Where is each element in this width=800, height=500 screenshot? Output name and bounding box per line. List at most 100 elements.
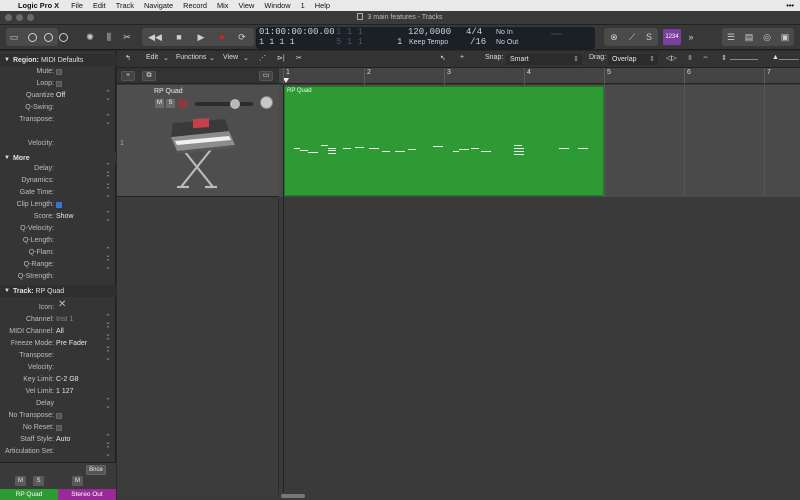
rewind-icon[interactable]: ◀◀ xyxy=(148,29,162,45)
region-row-quantize[interactable]: Quantize Off ⌃ ⌄ xyxy=(0,90,116,102)
inspector-icon[interactable] xyxy=(25,29,39,45)
chevron-updown-icon[interactable]: ⌃ ⌄ xyxy=(105,259,111,271)
menu-record[interactable]: Record xyxy=(183,1,207,10)
fit-horizontal-icon[interactable]: ⇔ xyxy=(702,54,709,61)
track-row-key-limit[interactable]: Key Limit: C-2 G8 xyxy=(0,375,116,386)
midi-region[interactable]: RP Quad xyxy=(284,86,604,196)
strip-mute-button[interactable]: M xyxy=(15,476,26,486)
playhead-line[interactable] xyxy=(283,84,284,500)
duplicate-track-button[interactable]: ⧉ xyxy=(142,71,156,81)
fit-vertical-icon[interactable]: ⇳ xyxy=(687,54,693,62)
bounce-button[interactable]: Bnce xyxy=(86,465,106,475)
more-row-q-flam[interactable]: Q-Flam: ⌃ ⌄ xyxy=(0,247,116,259)
chevron-updown-icon[interactable]: ⌃ ⌄ xyxy=(105,326,111,338)
menu-track[interactable]: Track xyxy=(116,1,134,10)
menu-navigate[interactable]: Navigate xyxy=(144,1,173,10)
more-row-q-range[interactable]: Q-Range: ⌃ ⌄ xyxy=(0,259,116,271)
solo-icon[interactable]: S xyxy=(642,29,656,45)
volume-knob[interactable] xyxy=(230,99,240,109)
region-section-header[interactable]: ▼ Region: MIDI Defaults xyxy=(0,54,116,66)
more-row-clip-length[interactable]: Clip Length: xyxy=(0,200,116,211)
track-row-velocity[interactable]: Velocity: xyxy=(0,363,116,374)
scrollbar-thumb[interactable] xyxy=(281,494,305,498)
quick-help-icon[interactable] xyxy=(41,29,55,45)
chevron-updown-icon[interactable]: ⌃ ⌄ xyxy=(105,398,111,410)
region-row-transpose[interactable]: Transpose: ⌃ ⌄ xyxy=(0,114,116,126)
list-editors-icon[interactable]: ☰ xyxy=(724,29,738,45)
more-section-header[interactable]: ▼ More xyxy=(0,152,116,164)
track-keyboard-icon[interactable]: ✕ xyxy=(58,299,66,310)
horizontal-zoom-slider[interactable] xyxy=(779,59,799,60)
vertical-zoom-icon[interactable]: ⇕ xyxy=(721,54,727,62)
more-row-dynamics[interactable]: Dynamics: ⌃ ⌄ xyxy=(0,175,116,187)
track-volume-slider[interactable] xyxy=(195,102,253,106)
track-row-freeze-mode[interactable]: Freeze Mode: Pre Fader ⌃ ⌄ xyxy=(0,338,116,350)
waveform-zoom-icon[interactable]: ◁▷ xyxy=(666,54,677,62)
more-row-gate-time[interactable]: Gate Time: ⌃ ⌄ xyxy=(0,187,116,199)
view-menu[interactable]: View xyxy=(223,54,238,61)
track-mute-button[interactable]: M xyxy=(155,99,164,108)
horizontal-zoom-icon[interactable]: ▲ xyxy=(772,54,779,61)
mute-checkbox[interactable] xyxy=(56,69,62,75)
track-row-no-transpose[interactable]: No Transpose: xyxy=(0,411,116,422)
menu-extras-icon[interactable]: ••• xyxy=(786,1,794,10)
track-row-delay[interactable]: Delay ⌃ ⌄ xyxy=(0,398,116,410)
track-solo-button[interactable]: S xyxy=(166,99,175,108)
smart-controls-icon[interactable]: ✺ xyxy=(83,29,97,45)
notepad-icon[interactable]: ▤ xyxy=(742,29,756,45)
track-name[interactable]: RP Quad xyxy=(154,88,183,95)
track-pan-knob[interactable] xyxy=(260,96,273,109)
menu-1[interactable]: 1 xyxy=(301,1,305,10)
track-row-staff-style[interactable]: Staff Style: Auto ⌃ ⌄ xyxy=(0,434,116,446)
chevron-updown-icon[interactable]: ⌃ ⌄ xyxy=(105,350,111,362)
horizontal-scrollbar[interactable] xyxy=(279,492,800,500)
output-mute-button[interactable]: M xyxy=(72,476,83,486)
track-record-button[interactable] xyxy=(178,99,187,108)
track-row-no-reset[interactable]: No Reset: xyxy=(0,423,116,434)
play-icon[interactable]: ▶ xyxy=(194,29,208,45)
add-track-button[interactable]: + xyxy=(121,71,135,81)
chevron-updown-icon[interactable]: ⌃ ⌄ xyxy=(105,211,111,223)
more-row-q-length[interactable]: Q-Length: xyxy=(0,236,116,247)
loop-browser-icon[interactable]: ◎ xyxy=(760,29,774,45)
loop-checkbox[interactable] xyxy=(56,81,62,87)
library-icon[interactable]: ▭ xyxy=(7,29,21,45)
menu-help[interactable]: Help xyxy=(315,1,330,10)
track-section-header[interactable]: ▼ Track: RP Quad xyxy=(0,285,116,297)
region-row-q-swing[interactable]: Q-Swing: xyxy=(0,103,116,114)
secondary-tool-icon[interactable]: + xyxy=(460,54,464,61)
editors-icon[interactable]: ✂ xyxy=(120,29,134,45)
menu-window[interactable]: Window xyxy=(264,1,290,10)
track-row-vel-limit[interactable]: Vel Limit: 1 127 xyxy=(0,387,116,398)
more-icon[interactable]: » xyxy=(684,29,698,45)
vertical-zoom-slider[interactable] xyxy=(730,59,758,60)
more-row-delay[interactable]: Delay: ⌃ ⌄ xyxy=(0,163,116,175)
track-row-midi-channel[interactable]: MIDI Channel: All ⌃ ⌄ xyxy=(0,326,116,338)
edit-menu[interactable]: Edit xyxy=(146,54,158,61)
browsers-icon[interactable]: ▣ xyxy=(778,29,792,45)
chevron-updown-icon[interactable]: ⌃ ⌄ xyxy=(105,338,111,350)
replace-icon[interactable]: ⊗ xyxy=(607,29,621,45)
record-icon[interactable]: ● xyxy=(215,29,229,45)
region-row-velocity[interactable]: Velocity: xyxy=(0,139,116,150)
cycle-icon[interactable]: ⟳ xyxy=(235,29,249,45)
strip-name-stereo-out[interactable]: Stereo Out xyxy=(58,489,116,500)
menu-view[interactable]: View xyxy=(238,1,254,10)
no-transpose-checkbox[interactable] xyxy=(56,413,62,419)
toolbar-icon[interactable] xyxy=(56,29,70,45)
app-menu[interactable]: Logic Pro X xyxy=(18,1,59,10)
menu-edit[interactable]: Edit xyxy=(93,1,106,10)
chevron-updown-icon[interactable]: ⌃ ⌄ xyxy=(105,175,111,187)
flex-icon[interactable]: ⋰ xyxy=(259,54,266,62)
lcd-display[interactable]: 01:00:00:00.00 1 1 1 1 1 1 1 5 1 1 1 120… xyxy=(256,27,595,49)
track-row-transpose[interactable]: Transpose: ⌃ ⌄ xyxy=(0,350,116,362)
chevron-updown-icon[interactable]: ⌃ ⌄ xyxy=(105,446,111,458)
track-row-channel[interactable]: Channel: Inst 1 ⌃ ⌄ xyxy=(0,314,116,326)
pointer-tool-icon[interactable]: ↖ xyxy=(440,54,446,62)
clip-length-checkbox[interactable] xyxy=(56,202,62,208)
region-row-loop[interactable]: Loop: xyxy=(0,79,116,90)
mixer-icon[interactable]: ⫼ xyxy=(102,29,116,45)
bar-ruler[interactable]: 1 2 3 4 5 6 7 xyxy=(279,68,800,84)
snap-select[interactable]: Smart ⇕ xyxy=(506,54,582,65)
count-in-badge[interactable]: 1234 xyxy=(663,29,681,45)
